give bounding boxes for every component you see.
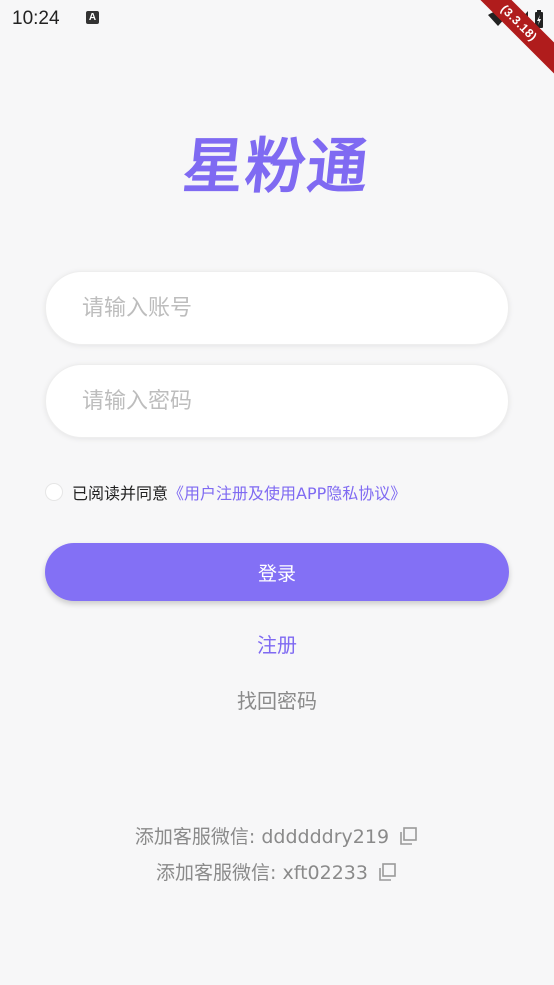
status-bar: 10:24 A (3.3.18) [0,0,554,84]
agreement-checkbox[interactable] [45,483,63,501]
password-field-container [45,364,509,438]
copy-icon[interactable] [376,861,398,883]
account-input[interactable] [46,272,508,344]
copy-icon[interactable] [397,825,419,847]
password-input[interactable] [46,365,508,437]
account-field-container [45,271,509,345]
status-time: 10:24 [12,8,60,29]
support-wechat-row-2: 添加客服微信: xft02233 [0,858,554,885]
support-wechat-text-1: 添加客服微信: ddddddry219 [134,826,390,848]
register-link[interactable]: 注册 [0,629,554,658]
privacy-agreement-link[interactable]: 《用户注册及使用APP隐私协议》 [168,480,406,504]
recover-password-link[interactable]: 找回密码 [0,685,554,714]
support-wechat-row-1: 添加客服微信: ddddddry219 [0,822,554,849]
login-button[interactable]: 登录 [45,543,509,601]
app-logo: 星粉通 [179,132,374,202]
agreement-row: 已阅读并同意 《用户注册及使用APP隐私协议》 [45,480,406,504]
agreement-text: 已阅读并同意 [72,484,169,503]
support-wechat-text-2: 添加客服微信: xft02233 [156,862,368,884]
notification-a-icon: A [86,11,99,24]
